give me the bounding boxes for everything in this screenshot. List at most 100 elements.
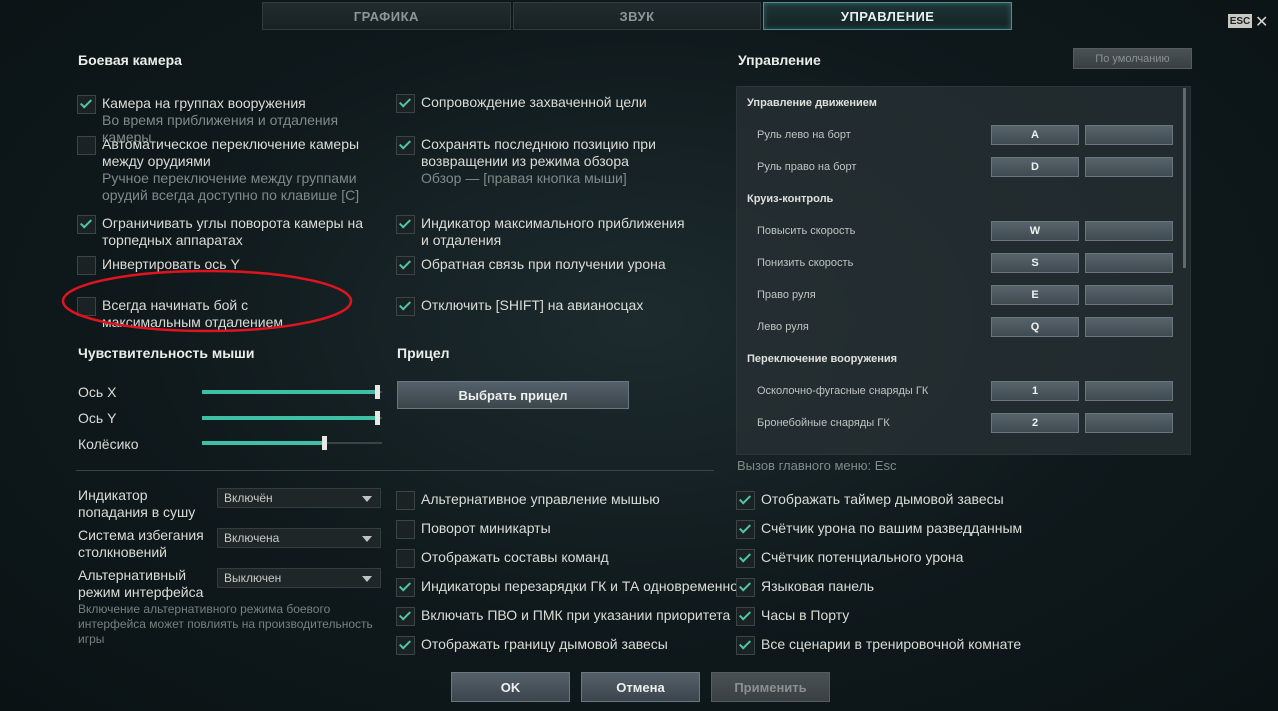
keybind-primary[interactable]: W bbox=[991, 221, 1079, 241]
checkbox[interactable] bbox=[77, 256, 96, 275]
keybind-primary[interactable]: 1 bbox=[991, 381, 1079, 401]
keybind-primary[interactable]: E bbox=[991, 285, 1079, 305]
checkbox[interactable] bbox=[396, 607, 415, 626]
checkbox-smoke-timer[interactable]: Отображать таймер дымовой завесы bbox=[736, 491, 1004, 510]
checkbox-save-last-position[interactable]: Сохранять последнюю позицию при возвраще… bbox=[396, 136, 656, 187]
checkbox-minimap-rotation[interactable]: Поворот миникарты bbox=[396, 520, 551, 539]
checkbox-port-clock[interactable]: Часы в Порту bbox=[736, 607, 849, 626]
keybind-secondary[interactable] bbox=[1085, 285, 1173, 305]
checkbox-label: Обратная связь при получении урона bbox=[421, 256, 666, 272]
checkbox-label: Отображать таймер дымовой завесы bbox=[761, 491, 1004, 507]
checkbox[interactable] bbox=[396, 491, 415, 510]
settings-tabs: ГРАФИКА ЗВУК УПРАВЛЕНИЕ bbox=[262, 2, 1014, 30]
checkbox[interactable] bbox=[736, 491, 755, 510]
checkbox-reload-indicators[interactable]: Индикаторы перезарядки ГК и ТА одновреме… bbox=[396, 578, 738, 597]
checkbox-auto-switch-camera[interactable]: Автоматическое переключение камеры между… bbox=[77, 136, 387, 204]
checkbox[interactable] bbox=[396, 636, 415, 655]
action-label: Право руля bbox=[757, 289, 816, 301]
keybind-secondary[interactable] bbox=[1085, 125, 1173, 145]
dropdown-label-land-hit: Индикатор попадания в сушу bbox=[78, 487, 196, 520]
action-label: Понизить скорость bbox=[757, 257, 854, 269]
choose-sight-button[interactable]: Выбрать прицел bbox=[397, 381, 629, 409]
sight-title: Прицел bbox=[397, 345, 450, 361]
checkbox-start-max-zoom[interactable]: Всегда начинать бой с максимальным отдал… bbox=[77, 297, 347, 331]
checkbox-label: Счётчик урона по вашим разведданным bbox=[761, 520, 1023, 536]
keybind-secondary[interactable] bbox=[1085, 157, 1173, 177]
checkbox-label: Включать ПВО и ПМК при указании приорите… bbox=[421, 607, 731, 623]
checkbox-label: Автоматическое переключение камеры между… bbox=[102, 136, 360, 169]
checkbox-potential-damage[interactable]: Счётчик потенциального урона bbox=[736, 549, 963, 568]
keybind-secondary[interactable] bbox=[1085, 253, 1173, 273]
keybind-secondary[interactable] bbox=[1085, 381, 1173, 401]
checkbox-track-target[interactable]: Сопровождение захваченной цели bbox=[396, 94, 716, 113]
group-title: Управление движением bbox=[747, 97, 877, 109]
dropdown-value: Включена bbox=[224, 531, 280, 545]
checkbox-disable-shift-carriers[interactable]: Отключить [SHIFT] на авианосцах bbox=[396, 297, 716, 316]
keybind-primary[interactable]: Q bbox=[991, 317, 1079, 337]
checkbox[interactable] bbox=[396, 136, 415, 155]
keybind-primary[interactable]: A bbox=[991, 125, 1079, 145]
checkbox[interactable] bbox=[77, 297, 96, 316]
checkbox[interactable] bbox=[736, 578, 755, 597]
checkbox-language-bar[interactable]: Языковая панель bbox=[736, 578, 874, 597]
dropdown-land-hit[interactable]: Включён bbox=[217, 488, 381, 508]
checkbox[interactable] bbox=[736, 520, 755, 539]
slider-fill bbox=[202, 390, 377, 394]
keybind-secondary[interactable] bbox=[1085, 317, 1173, 337]
checkbox[interactable] bbox=[396, 549, 415, 568]
checkbox-hint: Обзор — [правая кнопка мыши] bbox=[421, 170, 627, 186]
checkbox-label: Ограничивать углы поворота камеры на тор… bbox=[102, 215, 364, 248]
checkbox-aa-priority[interactable]: Включать ПВО и ПМК при указании приорите… bbox=[396, 607, 730, 626]
checkbox[interactable] bbox=[396, 578, 415, 597]
keybind-secondary[interactable] bbox=[1085, 413, 1173, 433]
keybind-primary[interactable]: D bbox=[991, 157, 1079, 177]
keybind-scrollbar[interactable] bbox=[1183, 88, 1186, 268]
action-label: Лево руля bbox=[757, 321, 809, 333]
checkbox-team-lists[interactable]: Отображать составы команд bbox=[396, 549, 609, 568]
checkbox[interactable] bbox=[77, 95, 96, 114]
default-button[interactable]: По умолчанию bbox=[1073, 48, 1192, 69]
checkbox-label: Счётчик потенциального урона bbox=[761, 549, 964, 565]
dropdown-collision[interactable]: Включена bbox=[217, 528, 381, 548]
checkbox-training-scenarios[interactable]: Все сценарии в тренировочной комнате bbox=[736, 636, 1021, 655]
checkbox-zoom-indicator[interactable]: Индикатор максимального приближения и от… bbox=[396, 215, 696, 249]
checkbox-limit-torpedo-camera[interactable]: Ограничивать углы поворота камеры на тор… bbox=[77, 215, 367, 249]
dropdown-alt-interface[interactable]: Выключен bbox=[217, 568, 381, 588]
ok-button[interactable]: OK bbox=[451, 672, 570, 702]
slider-wheel[interactable] bbox=[202, 436, 382, 450]
checkbox-smoke-border[interactable]: Отображать границу дымовой завесы bbox=[396, 636, 668, 655]
checkbox-alt-mouse[interactable]: Альтернативное управление мышью bbox=[396, 491, 660, 510]
checkbox[interactable] bbox=[396, 215, 415, 234]
esc-key-badge: ESC bbox=[1228, 14, 1252, 28]
tab-graphics[interactable]: ГРАФИКА bbox=[262, 2, 511, 30]
slider-axis-y[interactable] bbox=[202, 411, 382, 425]
checkbox[interactable] bbox=[396, 256, 415, 275]
apply-button[interactable]: Применить bbox=[711, 672, 830, 702]
tab-sound[interactable]: ЗВУК bbox=[512, 2, 762, 30]
checkbox[interactable] bbox=[396, 520, 415, 539]
checkbox-invert-y[interactable]: Инвертировать ось Y bbox=[77, 256, 367, 275]
slider-thumb[interactable] bbox=[322, 436, 328, 450]
checkbox[interactable] bbox=[736, 607, 755, 626]
keybind-primary[interactable]: 2 bbox=[991, 413, 1079, 433]
action-label: Бронебойные снаряды ГК bbox=[757, 417, 890, 429]
checkbox-spotting-damage[interactable]: Счётчик урона по вашим разведданным bbox=[736, 520, 1022, 539]
checkbox-damage-feedback[interactable]: Обратная связь при получении урона bbox=[396, 256, 716, 275]
keybind-secondary[interactable] bbox=[1085, 221, 1173, 241]
checkbox[interactable] bbox=[396, 94, 415, 113]
keybind-primary[interactable]: S bbox=[991, 253, 1079, 273]
checkbox[interactable] bbox=[736, 636, 755, 655]
dropdown-value: Включён bbox=[224, 491, 273, 505]
slider-thumb[interactable] bbox=[374, 411, 380, 425]
slider-thumb[interactable] bbox=[374, 385, 380, 399]
tab-controls[interactable]: УПРАВЛЕНИЕ bbox=[763, 2, 1013, 30]
checkbox[interactable] bbox=[77, 215, 96, 234]
checkbox[interactable] bbox=[736, 549, 755, 568]
checkbox-label: Сопровождение захваченной цели bbox=[421, 94, 647, 110]
close-icon[interactable]: ✕ bbox=[1255, 12, 1268, 32]
controls-title: Управление bbox=[738, 52, 821, 68]
cancel-button[interactable]: Отмена bbox=[581, 672, 700, 702]
checkbox[interactable] bbox=[77, 136, 96, 155]
slider-axis-x[interactable] bbox=[202, 385, 382, 399]
checkbox[interactable] bbox=[396, 297, 415, 316]
